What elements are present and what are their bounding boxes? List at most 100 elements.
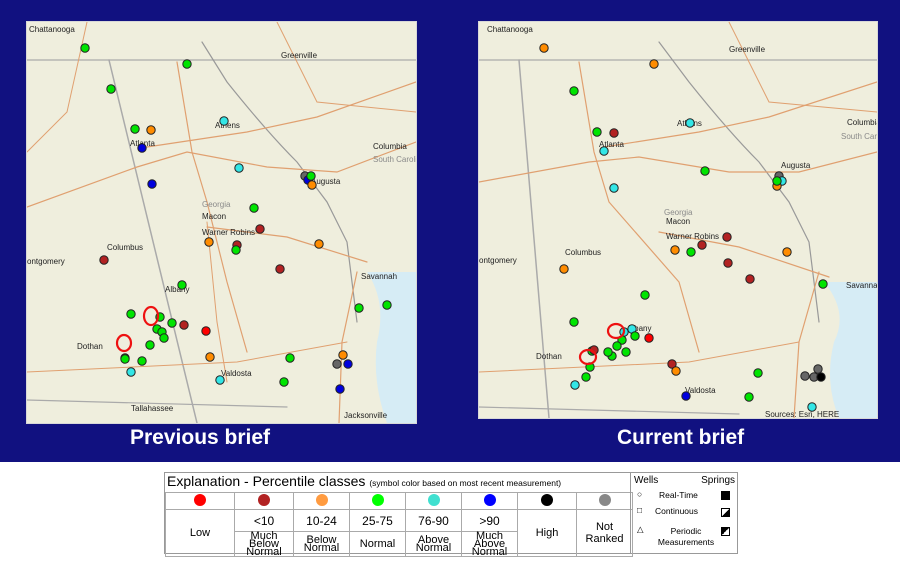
legend-range: <10 [234, 509, 294, 532]
well-marker-normal[interactable] [753, 368, 763, 378]
well-marker-above[interactable] [609, 183, 619, 193]
well-marker-much-below[interactable] [609, 128, 619, 138]
well-marker-normal[interactable] [630, 331, 640, 341]
legend-swatch-below [293, 492, 350, 510]
well-marker-much-above[interactable] [137, 143, 147, 153]
well-marker-high[interactable] [816, 372, 826, 382]
well-marker-normal[interactable] [145, 340, 155, 350]
well-marker-normal[interactable] [603, 347, 613, 357]
well-marker-much-below[interactable] [179, 320, 189, 330]
label-macon: Macon [666, 217, 690, 226]
well-marker-normal[interactable] [612, 341, 622, 351]
label-jacksonville: Jacksonville [344, 411, 388, 420]
well-marker-above[interactable] [219, 116, 229, 126]
well-marker-low[interactable] [644, 333, 654, 343]
well-marker-normal[interactable] [592, 127, 602, 137]
legend-swatch-low [165, 492, 235, 510]
well-marker-normal[interactable] [772, 176, 782, 186]
well-marker-above[interactable] [807, 402, 817, 412]
well-marker-low[interactable] [201, 326, 211, 336]
legend-springs-header: Springs [701, 475, 735, 486]
place-labels: Chattanooga Greenville Athens Atlanta Co… [479, 25, 877, 418]
well-marker-normal[interactable] [106, 84, 116, 94]
label-warner-robins: Warner Robins [666, 232, 719, 241]
legend-symbol-types: Wells Springs ○ Real-Time □ Continuous △… [630, 473, 738, 553]
well-marker-above[interactable] [570, 380, 580, 390]
well-marker-much-above[interactable] [681, 391, 691, 401]
interstate-95 [338, 271, 358, 423]
caption-previous-brief: Previous brief [130, 426, 271, 449]
well-marker-much-above[interactable] [343, 359, 353, 369]
well-marker-normal[interactable] [700, 166, 710, 176]
well-marker-much-below[interactable] [722, 232, 732, 242]
well-marker-normal[interactable] [569, 317, 579, 327]
well-marker-normal[interactable] [686, 247, 696, 257]
well-marker-normal[interactable] [640, 290, 650, 300]
map-previous-canvas: Chattanooga Greenville Athens Atlanta Co… [27, 22, 416, 423]
well-marker-not-ranked[interactable] [800, 371, 810, 381]
well-marker-much-below[interactable] [275, 264, 285, 274]
well-marker-normal[interactable] [130, 124, 140, 134]
well-marker-not-ranked[interactable] [332, 359, 342, 369]
well-marker-below[interactable] [559, 264, 569, 274]
well-marker-normal[interactable] [569, 86, 579, 96]
well-marker-below[interactable] [205, 352, 215, 362]
well-marker-normal[interactable] [80, 43, 90, 53]
well-marker-below[interactable] [671, 366, 681, 376]
well-marker-above[interactable] [126, 367, 136, 377]
well-marker-below[interactable] [649, 59, 659, 69]
well-marker-below[interactable] [314, 239, 324, 249]
well-marker-much-below[interactable] [255, 224, 265, 234]
legend-sublabel: Below Normal [293, 531, 350, 557]
well-marker-normal[interactable] [621, 347, 631, 357]
triangle-icon: △ [637, 524, 644, 534]
label-macon: Macon [202, 212, 226, 221]
well-marker-above[interactable] [215, 375, 225, 385]
well-marker-normal[interactable] [137, 356, 147, 366]
legend-subtitle: (symbol color based on most recent measu… [369, 478, 562, 488]
well-marker-normal[interactable] [177, 280, 187, 290]
well-marker-normal[interactable] [167, 318, 177, 328]
well-marker-normal[interactable] [231, 245, 241, 255]
well-marker-normal[interactable] [182, 59, 192, 69]
map-previous-brief[interactable]: Chattanooga Greenville Athens Atlanta Co… [26, 21, 417, 424]
well-marker-normal[interactable] [285, 353, 295, 363]
well-marker-normal[interactable] [249, 203, 259, 213]
well-marker-normal[interactable] [120, 354, 130, 364]
well-marker-below[interactable] [539, 43, 549, 53]
well-marker-below[interactable] [782, 247, 792, 257]
well-marker-above[interactable] [599, 146, 609, 156]
well-marker-below[interactable] [146, 125, 156, 135]
well-marker-normal[interactable] [382, 300, 392, 310]
spring-continuous-icon [721, 508, 730, 517]
legend-swatch-much-below [234, 492, 294, 510]
well-marker-much-above[interactable] [147, 179, 157, 189]
map-current-brief[interactable]: Chattanooga Greenville Athens Atlanta Co… [478, 21, 878, 419]
well-marker-normal[interactable] [581, 372, 591, 382]
well-marker-not-ranked[interactable] [813, 364, 823, 374]
legend-range: >90 [461, 509, 518, 532]
well-marker-normal[interactable] [306, 171, 316, 181]
well-marker-normal[interactable] [744, 392, 754, 402]
legend-label-high: High [517, 509, 577, 557]
well-marker-below[interactable] [670, 245, 680, 255]
well-marker-much-below[interactable] [745, 274, 755, 284]
well-marker-below[interactable] [204, 237, 214, 247]
well-marker-below[interactable] [338, 350, 348, 360]
well-marker-below[interactable] [307, 180, 317, 190]
label-augusta: Augusta [781, 161, 811, 170]
well-marker-normal[interactable] [159, 333, 169, 343]
well-marker-much-above[interactable] [335, 384, 345, 394]
legend-label-not-ranked: Not Ranked [576, 509, 633, 557]
well-marker-normal[interactable] [279, 377, 289, 387]
legend-swatch-above [405, 492, 462, 510]
legend-range: 10-24 [293, 509, 350, 532]
well-marker-much-below[interactable] [697, 240, 707, 250]
well-marker-above[interactable] [234, 163, 244, 173]
well-marker-normal[interactable] [354, 303, 364, 313]
well-marker-much-below[interactable] [99, 255, 109, 265]
well-marker-normal[interactable] [818, 279, 828, 289]
well-marker-much-below[interactable] [723, 258, 733, 268]
well-marker-above[interactable] [685, 118, 695, 128]
well-marker-normal[interactable] [126, 309, 136, 319]
